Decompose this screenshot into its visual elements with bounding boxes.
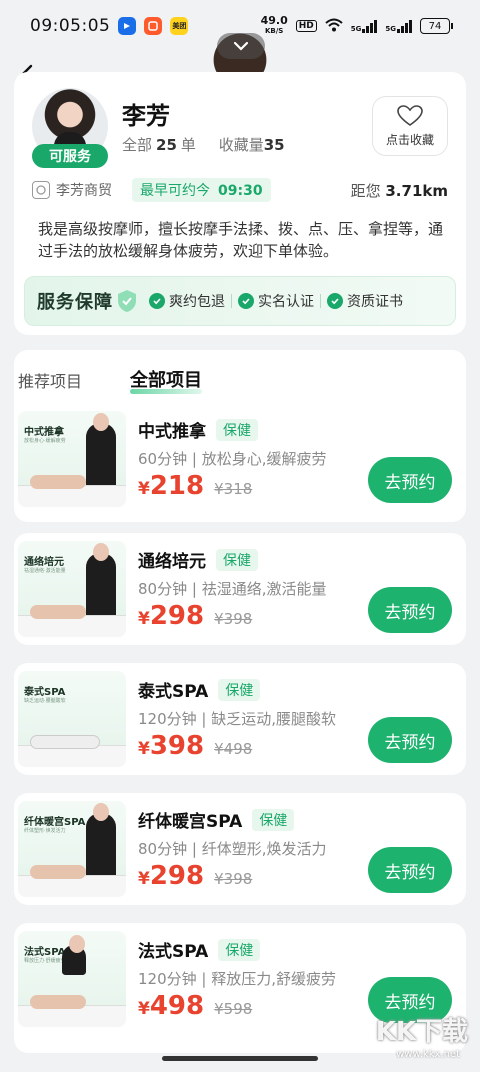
service-item[interactable]: 中式推拿 放松身心·缓解疲劳 中式推拿 保健 60分钟 | 放松身心,缓解疲劳 ¥… bbox=[14, 403, 466, 515]
service-name: 通络培元 保健 bbox=[138, 547, 258, 572]
book-button[interactable]: 去预约 bbox=[368, 587, 452, 633]
favorite-label: 点击收藏 bbox=[385, 132, 434, 147]
service-guarantee[interactable]: 服务保障 爽约包退 实名认证 资质证书 bbox=[24, 276, 456, 326]
service-price: ¥218 ¥318 bbox=[138, 471, 253, 501]
battery-icon: 74 bbox=[420, 18, 453, 34]
guarantee-item: 实名认证 bbox=[238, 291, 314, 311]
distance: 距您 3.71km bbox=[350, 182, 448, 200]
guarantee-title: 服务保障 bbox=[37, 292, 113, 313]
heart-icon bbox=[397, 104, 423, 126]
service-name: 纤体暖宫SPA 保健 bbox=[138, 807, 295, 832]
availability-badge: 可服务 bbox=[32, 144, 108, 168]
book-button[interactable]: 去预约 bbox=[368, 717, 452, 763]
check-icon bbox=[327, 293, 343, 309]
service-tag: 保健 bbox=[218, 939, 261, 961]
service-price: ¥398 ¥498 bbox=[138, 731, 253, 761]
service-name: 法式SPA 保健 bbox=[138, 937, 261, 962]
service-thumbnail: 通络培元 祛湿通络·激活能量 bbox=[18, 541, 126, 637]
service-thumbnail: 纤体暖宫SPA 纤体塑形·焕发活力 bbox=[18, 801, 126, 897]
original-price: ¥398 bbox=[214, 870, 253, 888]
service-desc: 60分钟 | 放松身心,缓解疲劳 bbox=[138, 450, 327, 468]
therapist-name: 李芳 bbox=[122, 102, 170, 130]
app-notification-icon-2 bbox=[144, 17, 163, 35]
earliest-available: 最早可约今 09:30 bbox=[132, 178, 271, 202]
original-price: ¥598 bbox=[214, 1000, 253, 1018]
original-price: ¥318 bbox=[214, 480, 253, 498]
service-desc: 120分钟 | 释放压力,舒缓疲劳 bbox=[138, 970, 337, 988]
favorite-button[interactable]: 点击收藏 bbox=[372, 96, 448, 156]
signal-icon: 5G bbox=[351, 19, 378, 33]
shop-icon bbox=[32, 181, 50, 199]
hd-icon: HD bbox=[295, 20, 317, 32]
service-name: 泰式SPA 保健 bbox=[138, 677, 261, 702]
service-price: ¥298 ¥398 bbox=[138, 861, 253, 891]
service-desc: 80分钟 | 纤体塑形,焕发活力 bbox=[138, 840, 327, 858]
check-icon bbox=[238, 293, 254, 309]
check-icon bbox=[149, 293, 165, 309]
service-tag: 保健 bbox=[218, 679, 261, 701]
book-button[interactable]: 去预约 bbox=[368, 847, 452, 893]
service-item[interactable]: 通络培元 祛湿通络·激活能量 通络培元 保健 80分钟 | 祛湿通络,激活能量 ¥… bbox=[14, 533, 466, 645]
app-notification-icon bbox=[118, 17, 137, 35]
meituan-icon: 美团 bbox=[170, 17, 189, 35]
therapist-profile-card: 可服务 李芳 全部 25 单 收藏量35 点击收藏 李芳商贸 最早可约今 09:30 … bbox=[14, 72, 466, 335]
collapse-button[interactable] bbox=[217, 33, 265, 59]
service-tag: 保健 bbox=[216, 549, 258, 571]
book-button[interactable]: 去预约 bbox=[368, 457, 452, 503]
watermark-logo: KK下载 bbox=[375, 1017, 468, 1047]
shield-icon bbox=[118, 290, 136, 312]
service-price: ¥498 ¥598 bbox=[138, 991, 253, 1021]
wifi-icon bbox=[325, 18, 343, 35]
service-thumbnail: 泰式SPA 缺乏运动·腰腿酸软 bbox=[18, 671, 126, 767]
tab-recommended[interactable]: 推荐项目 bbox=[18, 368, 82, 392]
service-price: ¥298 ¥398 bbox=[138, 601, 253, 631]
service-desc: 120分钟 | 缺乏运动,腰腿酸软 bbox=[138, 710, 337, 728]
chevron-down-icon bbox=[233, 41, 249, 51]
shop-row: 李芳商贸 最早可约今 09:30 bbox=[32, 178, 271, 202]
therapist-bio: 我是高级按摩师，擅长按摩手法揉、拨、点、压、拿捏等，通过手法的放松缓解身体疲劳，… bbox=[38, 220, 444, 260]
tab-all-projects[interactable]: 全部项目 bbox=[130, 366, 203, 394]
service-item[interactable]: 纤体暖宫SPA 纤体塑形·焕发活力 纤体暖宫SPA 保健 80分钟 | 纤体塑形,… bbox=[14, 793, 466, 905]
service-name: 中式推拿 保健 bbox=[138, 417, 258, 442]
watermark-url: www.kkx.net bbox=[396, 1049, 460, 1060]
therapist-stats: 全部 25 单 收藏量35 bbox=[122, 136, 285, 154]
service-item[interactable]: 泰式SPA 缺乏运动·腰腿酸软 泰式SPA 保健 120分钟 | 缺乏运动,腰腿酸… bbox=[14, 663, 466, 775]
shop-name[interactable]: 李芳商贸 bbox=[56, 180, 112, 200]
signal-icon-2: 5G bbox=[385, 19, 412, 33]
original-price: ¥498 bbox=[214, 740, 253, 758]
service-thumbnail: 法式SPA 释放压力·舒缓疲劳 bbox=[18, 931, 126, 1027]
service-desc: 80分钟 | 祛湿通络,激活能量 bbox=[138, 580, 327, 598]
home-indicator[interactable] bbox=[162, 1056, 318, 1061]
original-price: ¥398 bbox=[214, 610, 253, 628]
service-tag: 保健 bbox=[216, 419, 258, 441]
project-tabs: 推荐项目 全部项目 bbox=[18, 366, 250, 394]
service-thumbnail: 中式推拿 放松身心·缓解疲劳 bbox=[18, 411, 126, 507]
service-tag: 保健 bbox=[252, 809, 295, 831]
status-time: 09:05:05 bbox=[30, 16, 111, 36]
guarantee-item: 爽约包退 bbox=[149, 291, 225, 311]
guarantee-item: 资质证书 bbox=[327, 291, 403, 311]
